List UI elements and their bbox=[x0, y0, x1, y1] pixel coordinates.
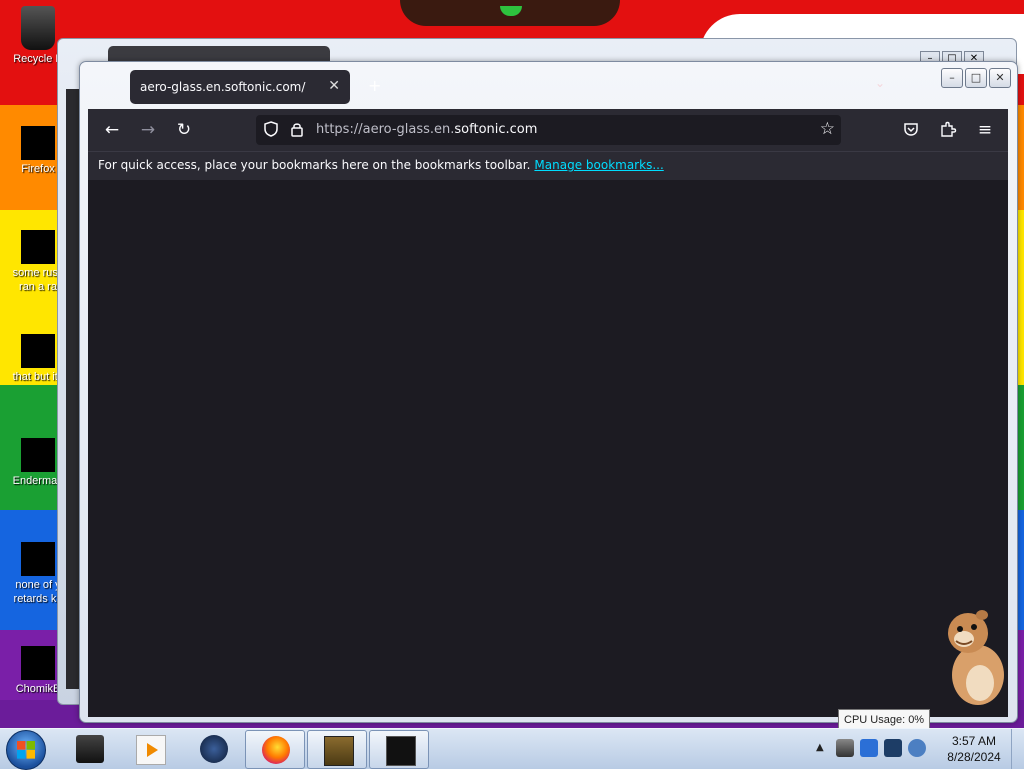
new-tab-icon[interactable]: + bbox=[368, 76, 381, 95]
network-icon[interactable] bbox=[884, 739, 902, 757]
tab-title: aero-glass.en.softonic.com/ bbox=[140, 80, 306, 94]
shortcut-icon bbox=[21, 646, 55, 680]
url-text: https://aero-glass.en.softonic.com bbox=[316, 122, 537, 137]
app-window-icon bbox=[386, 736, 416, 766]
taskbar-item-media-player[interactable] bbox=[120, 730, 178, 767]
taskbar-item-terminal[interactable] bbox=[60, 730, 118, 767]
window-maximize-button[interactable]: □ bbox=[965, 68, 987, 88]
list-all-tabs-icon[interactable]: ⌄ bbox=[875, 76, 885, 90]
shortcut-icon bbox=[21, 542, 55, 576]
tray-app-icon[interactable] bbox=[860, 739, 878, 757]
shield-icon[interactable] bbox=[264, 121, 278, 137]
menu-icon[interactable]: ≡ bbox=[973, 119, 997, 141]
pocket-icon[interactable] bbox=[903, 121, 919, 137]
window-close-button[interactable]: ✕ bbox=[989, 68, 1011, 88]
taskbar-item-firefox[interactable] bbox=[245, 730, 305, 769]
show-desktop-button[interactable] bbox=[1011, 729, 1024, 769]
recycle-bin-icon bbox=[21, 6, 55, 50]
forward-icon[interactable]: → bbox=[136, 119, 160, 141]
manage-bookmarks-link[interactable]: Manage bookmarks... bbox=[534, 158, 663, 172]
browser-tab[interactable]: aero-glass.en.softonic.com/ ✕ bbox=[130, 70, 350, 104]
start-button[interactable] bbox=[6, 730, 46, 770]
url-bar[interactable]: https://aero-glass.en.softonic.com ☆ bbox=[256, 115, 841, 145]
url-prefix: https://aero-glass.en. bbox=[316, 122, 455, 137]
shortcut-icon bbox=[21, 230, 55, 264]
back-icon[interactable]: ← bbox=[100, 119, 124, 141]
reload-icon[interactable]: ↻ bbox=[172, 119, 196, 141]
extensions-icon[interactable] bbox=[939, 120, 957, 138]
taskbar-item-chomik-box[interactable] bbox=[307, 730, 367, 769]
chomik-box-icon bbox=[324, 736, 354, 766]
hamster-sticker bbox=[948, 610, 1004, 705]
browser-chrome: ← → ↻ https://aero-glass.en.softonic.com… bbox=[88, 109, 1008, 717]
wallpaper-top-shape bbox=[400, 0, 620, 26]
media-player-icon bbox=[136, 735, 166, 765]
volume-icon[interactable] bbox=[908, 739, 926, 757]
page-content[interactable] bbox=[88, 180, 1008, 717]
bookmarks-toolbar: For quick access, place your bookmarks h… bbox=[88, 151, 1008, 181]
taskbar-clock[interactable]: 3:57 AM 8/28/2024 bbox=[934, 733, 1014, 765]
firefox-icon bbox=[262, 736, 290, 764]
window-minimize-button[interactable]: – bbox=[941, 68, 963, 88]
star-icon[interactable]: ☆ bbox=[820, 119, 835, 139]
bookmarks-message: For quick access, place your bookmarks h… bbox=[98, 158, 664, 172]
shortcut-icon bbox=[21, 438, 55, 472]
browser-window: – □ ✕ aero-glass.en.softonic.com/ ✕ + ⌄ … bbox=[79, 61, 1018, 723]
cpu-meter-icon[interactable] bbox=[836, 739, 854, 757]
clock-time: 3:57 AM bbox=[951, 734, 997, 748]
bookmarks-hint: For quick access, place your bookmarks h… bbox=[98, 158, 531, 172]
steam-icon bbox=[200, 735, 228, 763]
taskbar: ▲ 3:57 AM 8/28/2024 bbox=[0, 728, 1024, 770]
shortcut-icon bbox=[21, 334, 55, 368]
url-domain: softonic.com bbox=[454, 122, 538, 137]
clock-date: 8/28/2024 bbox=[947, 750, 1001, 764]
navigation-toolbar: ← → ↻ https://aero-glass.en.softonic.com… bbox=[88, 109, 1008, 151]
taskbar-item-app-black[interactable] bbox=[369, 730, 429, 769]
window-controls: – □ ✕ bbox=[941, 68, 1011, 88]
firefox-shortcut-icon bbox=[21, 126, 55, 160]
taskbar-item-steam[interactable] bbox=[184, 730, 242, 767]
windows-logo-icon bbox=[17, 741, 35, 759]
tab-close-icon[interactable]: ✕ bbox=[328, 78, 340, 94]
show-hidden-icons-icon[interactable]: ▲ bbox=[816, 742, 824, 753]
terminal-icon bbox=[76, 735, 104, 763]
lock-icon[interactable] bbox=[290, 121, 304, 137]
